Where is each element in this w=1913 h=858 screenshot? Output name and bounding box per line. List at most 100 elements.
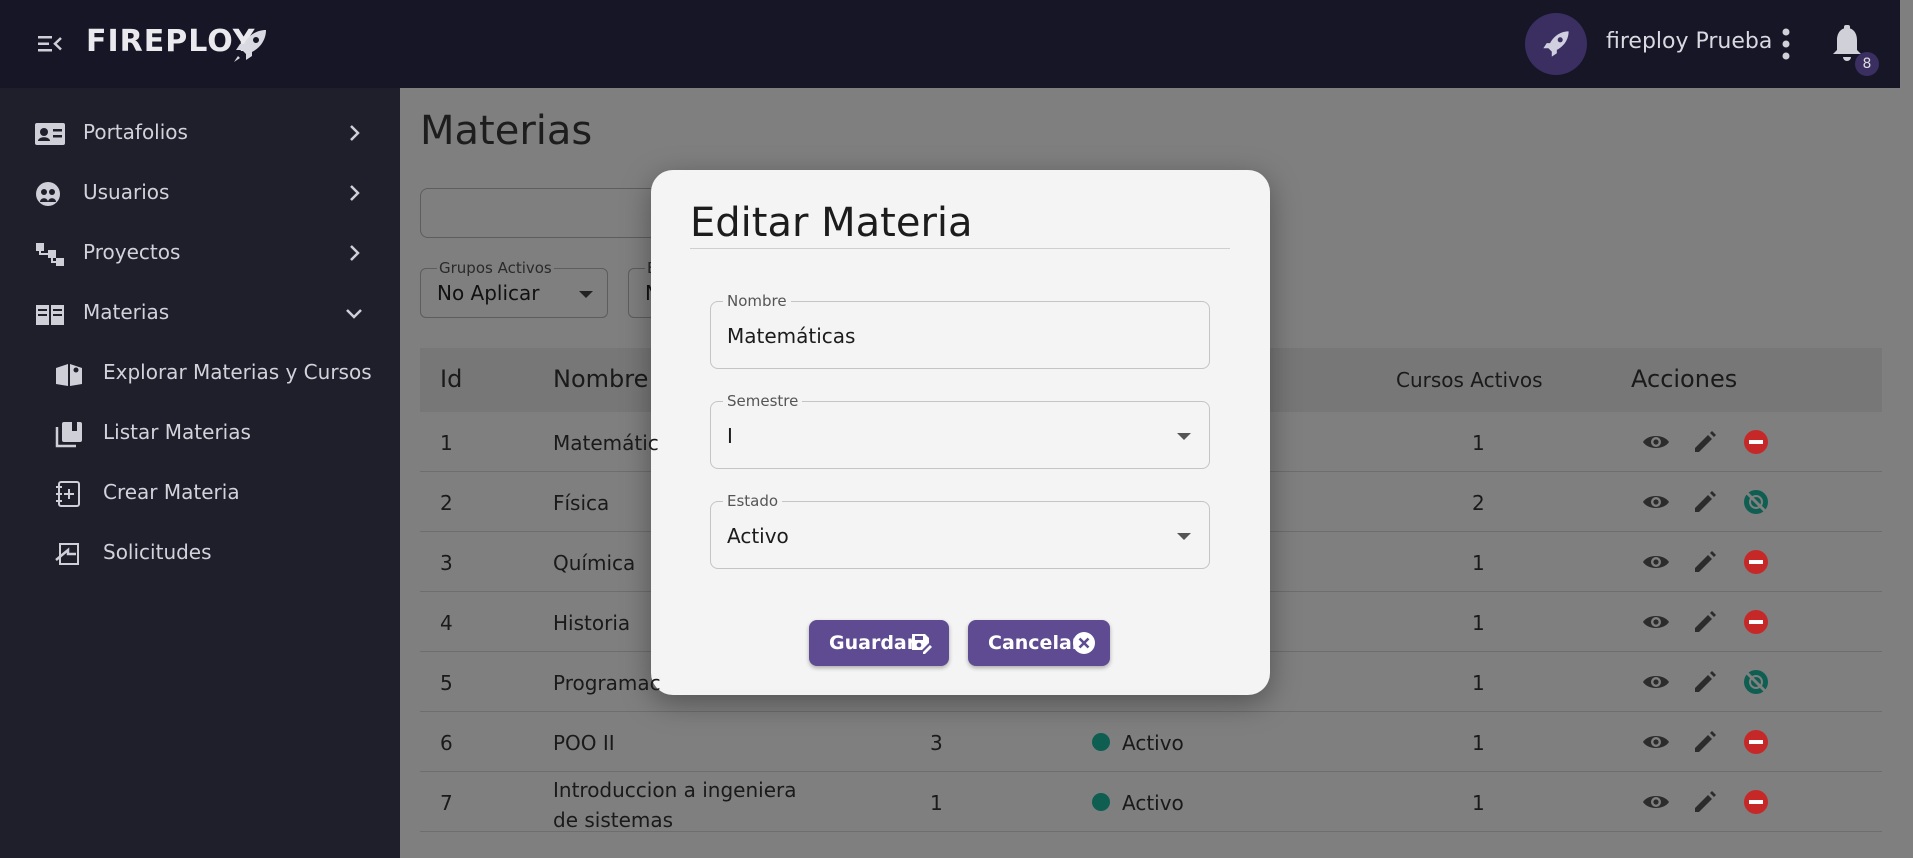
view-icon[interactable] (1641, 727, 1671, 757)
rocket-icon (1543, 31, 1569, 57)
sidebar-subitem-crear[interactable]: Crear Materia (0, 468, 400, 518)
sidebar-item-label: Portafolios (83, 120, 188, 144)
sidebar-subitem-listar[interactable]: Listar Materias (0, 408, 400, 458)
sidebar-subitem-label: Solicitudes (103, 540, 212, 564)
book-reader-icon (56, 364, 82, 386)
add-notebook-icon (56, 481, 80, 507)
view-icon[interactable] (1641, 427, 1671, 457)
sidebar-subitem-label: Listar Materias (103, 420, 251, 444)
edit-icon[interactable] (1690, 727, 1720, 757)
disable-icon[interactable] (1741, 427, 1771, 457)
caret-down-icon (1177, 533, 1191, 540)
save-button[interactable]: Guardar (809, 620, 949, 666)
view-icon[interactable] (1641, 487, 1671, 517)
enable-icon[interactable] (1741, 667, 1771, 697)
cell-estado: Activo (1122, 791, 1184, 815)
cell-semestre: 1 (930, 791, 943, 815)
column-header-acciones: Acciones (1631, 365, 1738, 393)
cell-id: 4 (440, 611, 453, 635)
more-options-icon[interactable] (1776, 26, 1796, 62)
field-label: Estado (723, 492, 783, 510)
semestre-select[interactable]: Semestre I (710, 392, 1210, 469)
sidebar-item-label: Materias (83, 300, 170, 324)
column-header-cursos[interactable]: Cursos Activos (1396, 368, 1543, 392)
filter-label: Grupos Activos (437, 259, 554, 277)
cell-nombre: de sistemas (553, 808, 674, 832)
cell-semestre: 3 (930, 731, 943, 755)
enable-icon[interactable] (1741, 487, 1771, 517)
request-send-icon (55, 543, 79, 565)
cell-id: 1 (440, 431, 453, 455)
page-title: Materias (420, 108, 593, 154)
nombre-field[interactable]: Nombre Matemáticas (710, 292, 1210, 369)
cell-cursos: 1 (1472, 431, 1485, 455)
filter-grupos-activos[interactable]: Grupos Activos No Aplicar (420, 259, 608, 318)
view-icon[interactable] (1641, 787, 1671, 817)
cell-id: 2 (440, 491, 453, 515)
column-header-id[interactable]: Id (440, 365, 462, 393)
notification-badge: 8 (1855, 52, 1879, 76)
cell-id: 7 (440, 791, 453, 815)
sidebar-item-portafolios[interactable]: Portafolios (0, 108, 400, 158)
disable-icon[interactable] (1741, 547, 1771, 577)
disable-icon[interactable] (1741, 727, 1771, 757)
sidebar-subitem-label: Explorar Materias y Cursos (103, 360, 372, 384)
sidebar-subitem-explorar[interactable]: Explorar Materias y Cursos (0, 348, 400, 398)
id-card-icon (35, 123, 65, 145)
cell-nombre: Programac (553, 671, 661, 695)
sidebar-subitem-solicitudes[interactable]: Solicitudes (0, 528, 400, 578)
sidebar: Portafolios Usuarios Proyectos Materias … (0, 88, 400, 858)
edit-icon[interactable] (1690, 547, 1720, 577)
cell-cursos: 2 (1472, 491, 1485, 515)
cell-nombre: Química (553, 551, 636, 575)
edit-icon[interactable] (1690, 487, 1720, 517)
field-value: I (727, 424, 733, 448)
library-books-icon (55, 422, 82, 448)
sidebar-item-proyectos[interactable]: Proyectos (0, 228, 400, 278)
cell-nombre: POO II (553, 731, 615, 755)
hierarchy-icon (36, 243, 64, 266)
status-dot (1092, 793, 1110, 811)
edit-icon[interactable] (1690, 427, 1720, 457)
view-icon[interactable] (1641, 547, 1671, 577)
cell-cursos: 1 (1472, 791, 1485, 815)
cell-nombre: Matemátic (553, 431, 659, 455)
menu-collapse-icon[interactable] (36, 30, 64, 58)
field-label: Semestre (723, 392, 803, 410)
username[interactable]: fireploy Prueba (1606, 29, 1772, 54)
rocket-icon (234, 30, 266, 62)
view-icon[interactable] (1641, 667, 1671, 697)
dialog-title: Editar Materia (690, 200, 973, 246)
edit-materia-dialog: Editar Materia Nombre Matemáticas Semest… (651, 170, 1270, 695)
cancel-button[interactable]: Cancelar (968, 620, 1110, 666)
field-value: Matemáticas (727, 324, 856, 348)
sidebar-item-usuarios[interactable]: Usuarios (0, 168, 400, 218)
user-avatar[interactable] (1525, 13, 1587, 75)
close-circle-icon (1073, 632, 1095, 654)
view-icon[interactable] (1641, 607, 1671, 637)
estado-select[interactable]: Estado Activo (710, 492, 1210, 569)
users-globe-icon (36, 182, 60, 206)
brand-name[interactable]: FIREPLOY (86, 24, 255, 59)
cell-cursos: 1 (1472, 671, 1485, 695)
cell-cursos: 1 (1472, 551, 1485, 575)
chevron-right-icon (350, 125, 360, 141)
disable-icon[interactable] (1741, 607, 1771, 637)
top-bar: FIREPLOY fireploy Prueba 8 (0, 0, 1900, 88)
chevron-down-icon (346, 309, 362, 319)
caret-down-icon (579, 291, 593, 298)
cell-cursos: 1 (1472, 731, 1485, 755)
disable-icon[interactable] (1741, 787, 1771, 817)
cell-id: 3 (440, 551, 453, 575)
chevron-right-icon (350, 185, 360, 201)
cell-nombre: Introduccion a ingeniera (553, 778, 797, 802)
open-book-icon (36, 305, 64, 325)
edit-icon[interactable] (1690, 607, 1720, 637)
field-label: Nombre (723, 292, 791, 310)
sidebar-item-materias[interactable]: Materias (0, 288, 400, 338)
button-label: Cancelar (988, 632, 1082, 654)
edit-icon[interactable] (1690, 787, 1720, 817)
column-header-nombre[interactable]: Nombre (553, 365, 648, 393)
caret-down-icon (1177, 433, 1191, 440)
edit-icon[interactable] (1690, 667, 1720, 697)
